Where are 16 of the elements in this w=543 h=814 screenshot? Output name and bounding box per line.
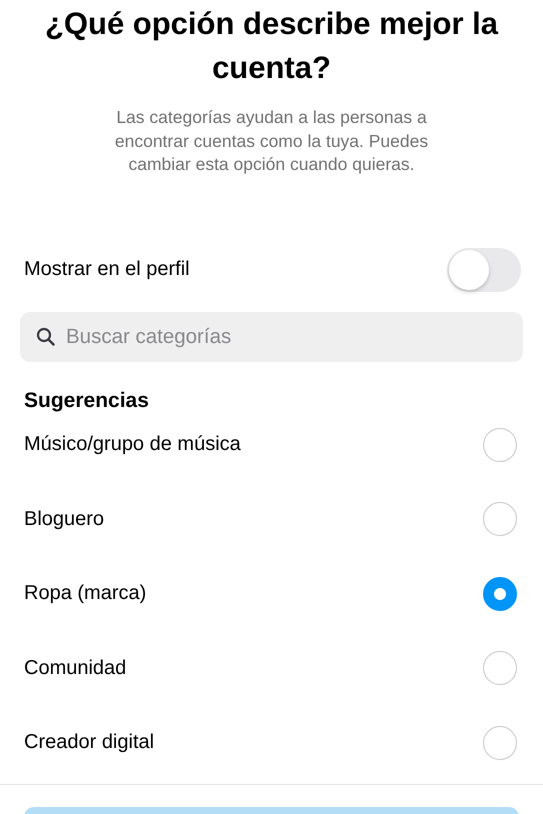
section-heading: Sugerencias <box>23 388 150 414</box>
radio-button[interactable] <box>483 726 517 760</box>
category-label: Comunidad <box>24 656 126 680</box>
radio-button[interactable] <box>483 502 517 536</box>
page-title: ¿Qué opción describe mejor la cuenta? <box>44 5 500 87</box>
search-field[interactable]: Buscar categorías <box>20 312 523 362</box>
description-text: Las categorías ayudan a las personas a encontrar cuentas como la tuya. Puedes cambiar esta opción cuando quieras. <box>114 106 430 176</box>
category-label: Músico/grupo de música <box>24 433 241 456</box>
radio-button[interactable] <box>483 576 517 611</box>
radio-button[interactable] <box>483 428 517 462</box>
category-label: Creador digital <box>24 731 154 754</box>
category-label: Bloguero <box>24 508 104 531</box>
toggle-label: Mostrar en el perfil <box>24 258 190 281</box>
category-label: Ropa (marca) <box>24 582 146 606</box>
radio-button[interactable] <box>483 651 517 686</box>
toggle-switch[interactable] <box>447 248 521 292</box>
